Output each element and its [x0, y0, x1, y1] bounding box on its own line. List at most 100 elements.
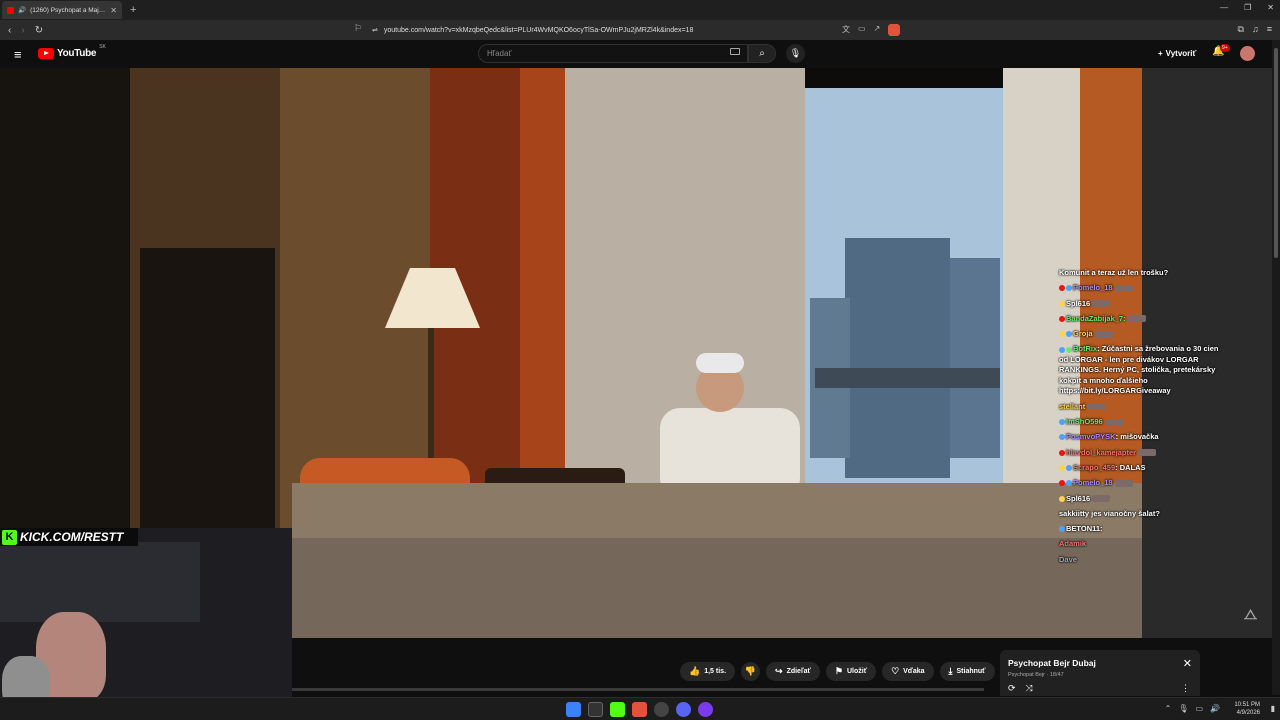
- save-button[interactable]: ⚑ Uložiť: [825, 662, 877, 681]
- url-field[interactable]: ⇌ youtube.com/watch?v=xkMzqbeQedc&list=P…: [372, 23, 912, 37]
- chat-user: Groja: [1073, 329, 1093, 339]
- menu-icon[interactable]: ≡: [1267, 24, 1272, 35]
- clock-time: 10:51 PM: [1234, 702, 1260, 708]
- new-tab-button[interactable]: +: [130, 4, 136, 16]
- badge-icon: [1059, 464, 1065, 471]
- chat-text: DALAS: [1119, 462, 1146, 472]
- clock[interactable]: 10:51 PM 4/9/2026: [1234, 701, 1260, 717]
- brave-browser-icon[interactable]: [632, 702, 647, 717]
- cast-icon[interactable]: ▭: [858, 24, 866, 36]
- badge-icon: [1059, 346, 1065, 353]
- voice-search-button[interactable]: 🎙: [786, 44, 805, 63]
- playlist-panel: Psychopat Bejr Dubaj Psychopat Bejr · 18…: [1000, 650, 1200, 696]
- translate-icon[interactable]: 文: [842, 24, 850, 36]
- notification-center-icon[interactable]: ▮: [1271, 704, 1275, 713]
- close-tab-icon[interactable]: ✕: [110, 6, 117, 15]
- progress-track[interactable]: [292, 688, 984, 691]
- chat-text: Komunit a teraz už len trošku?: [1059, 268, 1169, 277]
- chat-overlay: Komunit a teraz už len trošku? Pomelo_18…: [1059, 268, 1229, 570]
- playlist-controls: ⟳ ⤨: [1008, 683, 1033, 694]
- badge-icon: [1066, 464, 1072, 471]
- download-button[interactable]: ⤓ Stiahnuť: [939, 662, 995, 681]
- account-avatar[interactable]: [1240, 46, 1255, 61]
- emote-icon: [1138, 449, 1157, 457]
- chat-text: mišovačka: [1120, 432, 1159, 442]
- extensions-icon[interactable]: ⧉: [1238, 24, 1244, 35]
- search-input[interactable]: Hľadať: [478, 44, 748, 63]
- emote-icon: [1104, 418, 1123, 426]
- chat-line: Adamik: [1059, 539, 1229, 550]
- network-icon[interactable]: ▭: [1195, 704, 1203, 713]
- badge-icon: [1066, 331, 1072, 338]
- badge-icon: [1059, 449, 1065, 456]
- youtube-favicon-icon: [7, 6, 14, 14]
- badge-icon: [1066, 285, 1072, 292]
- browser-tab-bar: 🔊 (1260) Psychopat a Majsner v ✕ + — ❐ ✕: [0, 0, 1280, 20]
- app-icon[interactable]: [698, 702, 713, 717]
- brave-shields-icon[interactable]: [888, 24, 901, 36]
- loop-icon[interactable]: ⟳: [1008, 683, 1016, 694]
- chat-user: Pomelo_18: [1073, 283, 1113, 293]
- chat-line: hlavdol_kamejapter: [1059, 448, 1229, 459]
- country-code: SK: [99, 44, 106, 50]
- badge-icon: [1059, 526, 1065, 533]
- close-window-icon[interactable]: ✕: [1267, 3, 1274, 12]
- chat-line: Spl616: [1059, 494, 1229, 505]
- chat-line: BotRix: Zúčastni sa žrebovania o 30 cien…: [1059, 344, 1219, 396]
- chat-line: Pomelo_18: [1059, 283, 1229, 294]
- restore-icon[interactable]: ❐: [1244, 3, 1251, 12]
- discord-icon[interactable]: [676, 702, 691, 717]
- dislike-button[interactable]: 👎: [741, 662, 761, 681]
- shuffle-icon[interactable]: ⤨: [1026, 683, 1033, 694]
- badge-icon: [1059, 331, 1065, 338]
- chat-user: BandaZabijak_7:: [1066, 313, 1126, 323]
- emote-icon: [1092, 300, 1111, 308]
- site-info-icon[interactable]: ⇌: [372, 26, 378, 34]
- heart-dollar-icon: ♡: [891, 666, 900, 676]
- share-page-icon[interactable]: ↗: [874, 24, 881, 36]
- scrollbar-thumb[interactable]: [1274, 48, 1278, 258]
- browser-tab[interactable]: 🔊 (1260) Psychopat a Majsner v ✕: [2, 1, 122, 19]
- back-icon[interactable]: ‹: [8, 25, 11, 36]
- youtube-wordmark: YouTube: [57, 48, 97, 59]
- forward-icon[interactable]: ›: [21, 25, 24, 36]
- navigation-buttons: ‹ › ↻: [8, 25, 43, 36]
- minimize-icon[interactable]: —: [1220, 3, 1228, 12]
- badge-icon: [1059, 434, 1065, 441]
- youtube-logo[interactable]: YouTube SK: [38, 44, 106, 59]
- emote-icon: [1114, 284, 1133, 292]
- search-button[interactable]: ⌕: [748, 44, 776, 63]
- taskbar-apps: [566, 702, 713, 717]
- kick-text: KICK.COM/RESTT: [20, 530, 124, 544]
- playlist-more-icon[interactable]: ⋮: [1181, 683, 1190, 694]
- close-icon[interactable]: ✕: [1183, 657, 1192, 670]
- like-button[interactable]: 👍 1,5 tis.: [680, 662, 736, 681]
- emote-icon: [1092, 495, 1111, 503]
- volume-icon[interactable]: 🔊: [1210, 704, 1220, 713]
- watermark-logo-icon: ⧍: [1244, 606, 1258, 622]
- mic-icon: 🎙: [789, 48, 802, 58]
- hamburger-menu-icon[interactable]: ≡: [14, 47, 22, 62]
- mic-tray-icon[interactable]: 🎙: [1178, 704, 1188, 713]
- youtube-play-icon: [38, 48, 54, 59]
- windows-start-icon[interactable]: [566, 702, 581, 717]
- chat-user: Dave: [1059, 554, 1077, 564]
- chat-user: Adamik: [1059, 539, 1087, 549]
- obs-icon[interactable]: [654, 702, 669, 717]
- badge-icon: [1066, 480, 1072, 487]
- task-view-icon[interactable]: [588, 702, 603, 717]
- media-icon[interactable]: ♫: [1252, 24, 1259, 35]
- chat-line: Spl616: [1059, 299, 1229, 310]
- reload-icon[interactable]: ↻: [35, 25, 43, 36]
- thanks-button[interactable]: ♡ Vďaka: [882, 662, 934, 681]
- chat-line: stellant: [1059, 402, 1229, 413]
- tray-chevron-icon[interactable]: ⌃: [1165, 704, 1172, 713]
- kick-app-icon[interactable]: [610, 702, 625, 717]
- playlist-title[interactable]: Psychopat Bejr Dubaj: [1008, 658, 1096, 668]
- chat-line: Dave: [1059, 555, 1229, 566]
- thanks-label: Vďaka: [903, 668, 925, 675]
- share-button[interactable]: ↪ Zdieľať: [766, 662, 820, 681]
- keyboard-icon[interactable]: [730, 48, 740, 55]
- bookmark-icon[interactable]: ⚐: [354, 23, 362, 34]
- create-button[interactable]: + Vytvoriť: [1152, 45, 1202, 62]
